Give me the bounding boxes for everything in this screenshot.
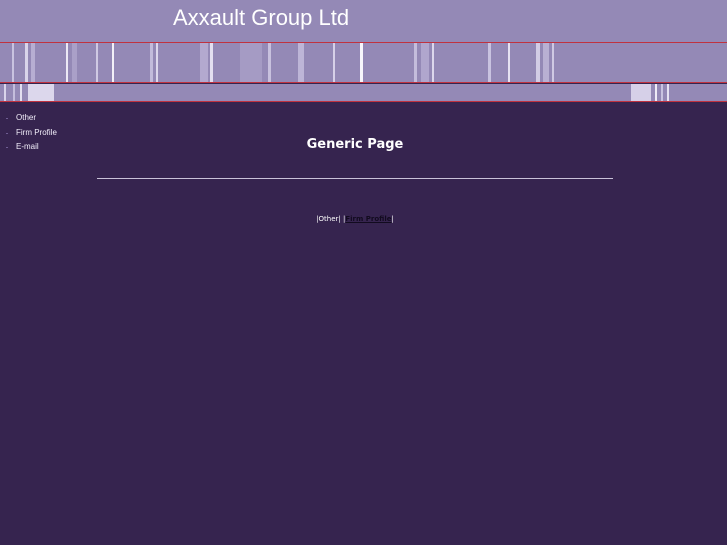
footer-nav: |Other| |Firm Profile| <box>97 215 613 223</box>
sidebar-item-label: Other <box>16 113 37 122</box>
sidebar-item-label: Firm Profile <box>16 127 57 137</box>
sidebar-item-label: E-mail <box>16 142 39 151</box>
page: Axxault Group Ltd Other Firm Profile E-m… <box>0 0 727 545</box>
bullet-icon <box>6 147 8 148</box>
footer-link-firm-profile[interactable]: Firm Profile <box>345 215 391 223</box>
sidebar-item-email[interactable]: E-mail <box>0 140 96 155</box>
bullet-icon <box>6 132 8 134</box>
footer-separator: | <box>391 215 394 223</box>
site-title: Axxault Group Ltd <box>173 5 350 30</box>
sidebar-item-other[interactable]: Other <box>0 111 96 126</box>
footer-current-page: Other <box>318 215 339 223</box>
header-strip <box>0 84 727 101</box>
sidebar-item-firm-profile[interactable]: Firm Profile <box>0 126 96 141</box>
decorative-stripe-band <box>0 43 727 82</box>
page-title: Generic Page <box>306 137 404 152</box>
content-divider <box>97 178 613 179</box>
sidebar-nav: Other Firm Profile E-mail <box>0 111 96 155</box>
header-banner: Axxault Group Ltd <box>0 0 727 42</box>
bullet-icon <box>6 118 8 119</box>
header-divider-middle <box>0 82 727 83</box>
header-divider-bottom <box>0 101 727 102</box>
